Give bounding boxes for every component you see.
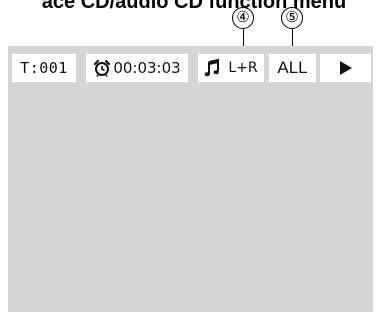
elapsed-time-box[interactable]: 00:03:03 [86,54,188,82]
elapsed-time: 00:03:03 [113,59,181,77]
callout-5: ⑤ [281,7,303,29]
function-menu-screen: T:001 00:03:03 L+R ALL [8,46,373,312]
repeat-mode: ALL [277,58,308,77]
play-button[interactable] [320,54,371,82]
callout-4: ④ [232,7,254,29]
audio-channel-box[interactable]: L+R [198,54,264,82]
play-icon [339,60,353,76]
track-number: T:001 [20,59,68,77]
section-heading: ace CD/audio CD function menu [41,0,347,13]
repeat-mode-box[interactable]: ALL [269,54,316,82]
audio-channel: L+R [228,60,258,76]
track-number-box[interactable]: T:001 [12,54,76,82]
music-note-icon [204,59,220,77]
alarm-clock-icon [93,59,111,77]
